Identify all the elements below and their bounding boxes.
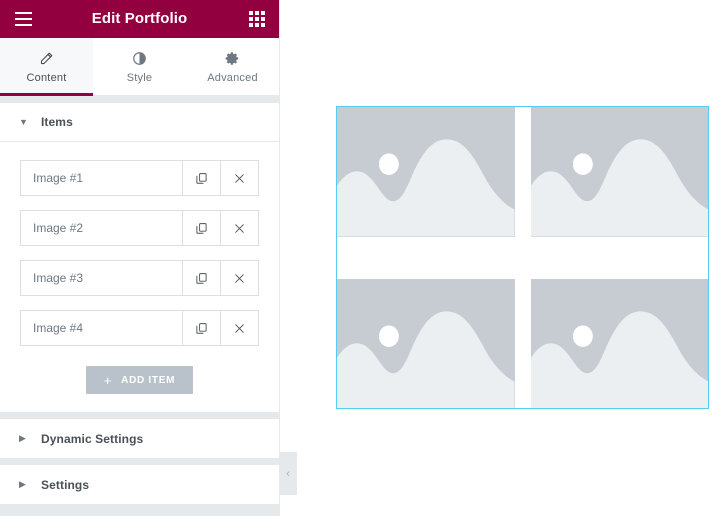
item-label[interactable]: Image #1	[21, 161, 182, 195]
portfolio-widget[interactable]	[336, 106, 709, 409]
list-item[interactable]: Image #4	[20, 310, 259, 346]
image-placeholder-icon	[530, 107, 708, 237]
item-label[interactable]: Image #4	[21, 311, 182, 345]
chevron-down-icon: ▼	[19, 116, 28, 127]
add-item-wrap: + ADD ITEM	[20, 366, 259, 394]
duplicate-icon[interactable]	[182, 211, 220, 245]
chevron-right-icon: ▶	[19, 433, 26, 443]
plus-icon: +	[103, 372, 113, 388]
list-item[interactable]: Image #1	[20, 160, 259, 196]
list-item[interactable]: Image #2	[20, 210, 259, 246]
chevron-left-icon: ‹	[286, 467, 290, 480]
panel-collapse-handle[interactable]: ‹	[279, 452, 297, 495]
portfolio-image-2[interactable]	[530, 107, 708, 237]
panel-body[interactable]: ▼ Items Image #1 Image #2 Image #3 Image…	[0, 96, 279, 516]
portfolio-image-3[interactable]	[337, 278, 515, 408]
items-repeater: Image #1 Image #2 Image #3 Image #4 + AD…	[0, 142, 279, 412]
panel-header: Edit Portfolio	[0, 0, 279, 38]
duplicate-icon[interactable]	[182, 311, 220, 345]
tab-style-label: Style	[126, 72, 153, 84]
section-dynamic-settings-header[interactable]: ▶ Dynamic Settings	[0, 419, 279, 458]
section-settings-header[interactable]: ▶ Settings	[0, 465, 279, 504]
panel-tabs: Content Style Advanced	[0, 38, 279, 96]
tab-content[interactable]: Content	[0, 38, 93, 96]
item-label[interactable]: Image #3	[21, 261, 182, 295]
duplicate-icon[interactable]	[182, 261, 220, 295]
page-title: Edit Portfolio	[91, 10, 188, 27]
contrast-icon	[132, 49, 147, 67]
portfolio-image-1[interactable]	[337, 107, 515, 237]
list-item[interactable]: Image #3	[20, 260, 259, 296]
item-label[interactable]: Image #2	[21, 211, 182, 245]
editor-window: Edit Portfolio Content Style Advanced ▼ …	[0, 0, 720, 516]
preview-canvas[interactable]	[281, 0, 720, 516]
hamburger-menu-icon[interactable]	[12, 8, 34, 30]
tab-style[interactable]: Style	[93, 38, 186, 95]
gear-icon	[225, 49, 240, 67]
close-icon[interactable]	[220, 211, 258, 245]
close-icon[interactable]	[220, 261, 258, 295]
portfolio-image-4[interactable]	[530, 278, 708, 408]
add-item-label: ADD ITEM	[121, 374, 176, 386]
section-dynamic-settings-title: Dynamic Settings	[41, 431, 144, 446]
section-items-title: Items	[41, 115, 73, 129]
image-placeholder-icon	[337, 278, 515, 408]
pencil-icon	[39, 49, 54, 67]
close-icon[interactable]	[220, 311, 258, 345]
image-placeholder-icon	[337, 107, 515, 237]
tab-advanced[interactable]: Advanced	[186, 38, 279, 95]
chevron-right-icon: ▶	[19, 479, 26, 489]
add-item-button[interactable]: + ADD ITEM	[85, 366, 194, 394]
tab-advanced-label: Advanced	[207, 72, 258, 84]
section-items-header[interactable]: ▼ Items	[0, 103, 279, 142]
editor-sidebar-panel: Edit Portfolio Content Style Advanced ▼ …	[0, 0, 280, 516]
portfolio-grid	[337, 107, 708, 408]
close-icon[interactable]	[220, 161, 258, 195]
image-placeholder-icon	[530, 278, 708, 408]
section-dynamic-settings: ▶ Dynamic Settings	[0, 419, 279, 458]
duplicate-icon[interactable]	[182, 161, 220, 195]
grid-apps-icon[interactable]	[246, 8, 268, 30]
tab-content-label: Content	[26, 72, 67, 84]
section-items: ▼ Items Image #1 Image #2 Image #3 Image…	[0, 103, 279, 412]
section-settings: ▶ Settings	[0, 465, 279, 504]
section-settings-title: Settings	[41, 477, 90, 492]
